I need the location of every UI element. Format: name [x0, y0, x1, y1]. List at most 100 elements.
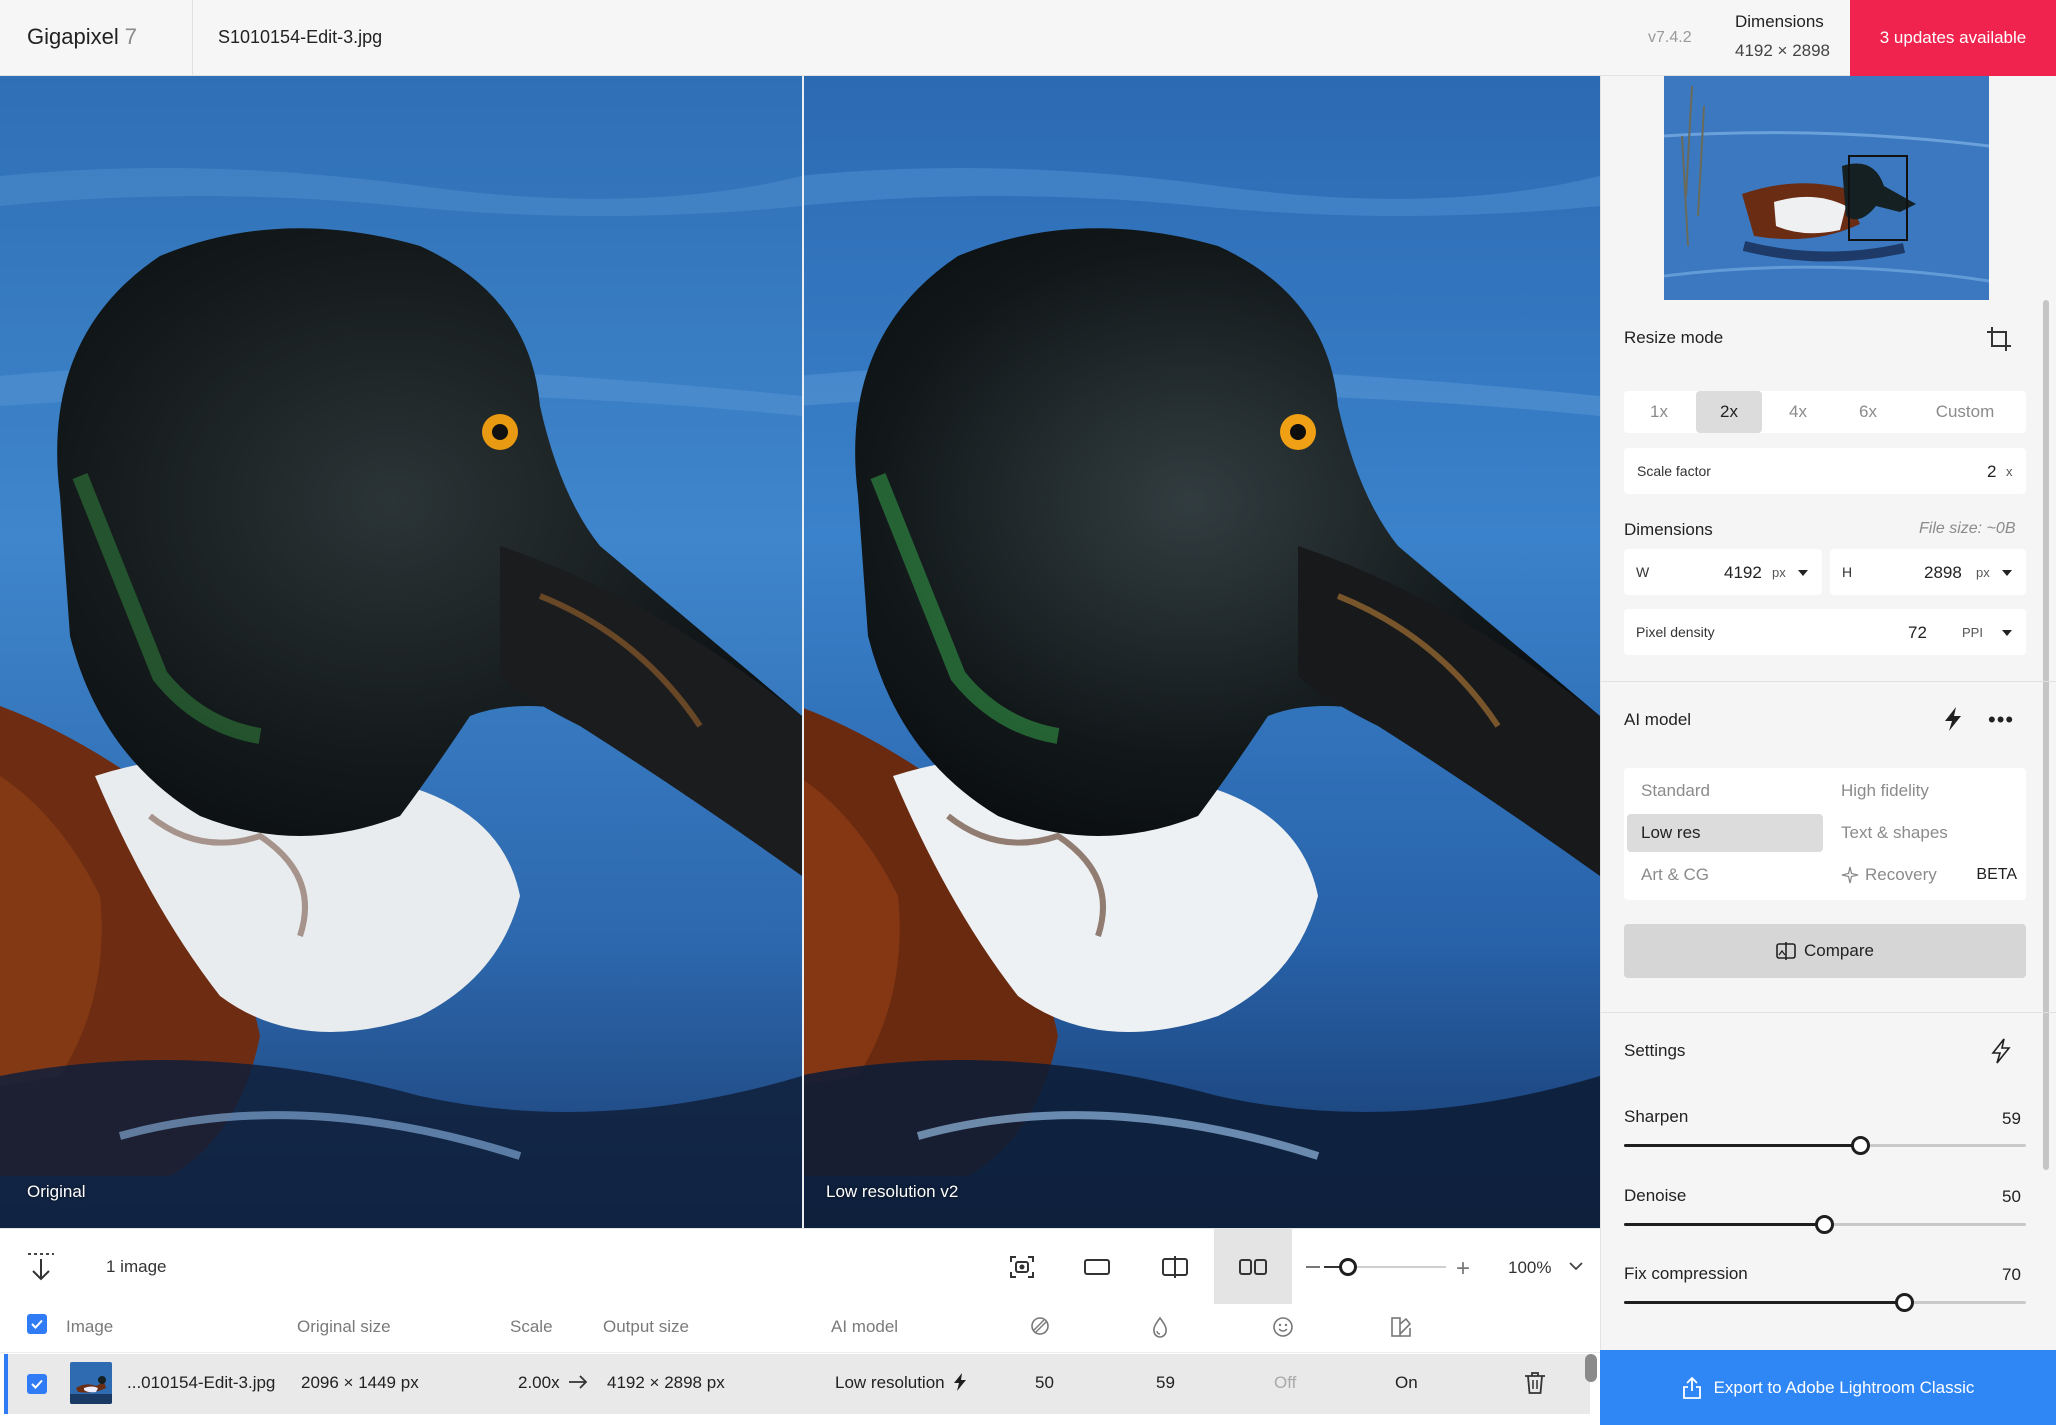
single-view-icon — [1084, 1259, 1110, 1275]
height-unit-dropdown-icon[interactable] — [2002, 570, 2012, 576]
section-divider — [1600, 1012, 2056, 1013]
scale-factor-field[interactable]: Scale factor 2 x — [1624, 448, 2026, 494]
enhanced-preview-panel[interactable]: Low resolution v2 — [804, 76, 1600, 1228]
table-row[interactable]: ...010154-Edit-3.jpg 2096 × 1449 px 2.00… — [4, 1354, 1590, 1414]
zoom-level[interactable]: 100% — [1508, 1258, 1551, 1278]
screenshot-icon — [1010, 1256, 1034, 1278]
denoise-value: 50 — [2002, 1187, 2021, 1206]
scale-option-custom[interactable]: Custom — [1904, 391, 2026, 433]
fix-compression-slider[interactable] — [1624, 1293, 2026, 1312]
row-original-size: 2096 × 1449 px — [301, 1373, 419, 1392]
denoise-slider-thumb[interactable] — [1815, 1215, 1834, 1234]
recovery-sparkle-icon — [1841, 866, 1859, 884]
table-scrollbar[interactable] — [1585, 1354, 1597, 1382]
compare-button[interactable]: Compare — [1624, 924, 2026, 978]
zoom-slider-thumb[interactable] — [1339, 1258, 1357, 1276]
import-icon[interactable] — [26, 1251, 56, 1283]
width-value: 4192 — [1724, 563, 1762, 582]
model-recovery[interactable]: Recovery BETA — [1827, 856, 2023, 894]
pixel-density-value: 72 — [1908, 623, 1927, 642]
navigator-image — [1664, 76, 1989, 300]
lightning-icon — [954, 1373, 967, 1391]
header-dimensions-label: Dimensions — [1735, 12, 1824, 31]
width-unit-dropdown-icon[interactable] — [1798, 570, 1808, 576]
side-by-side-button[interactable] — [1214, 1229, 1292, 1305]
split-view-button[interactable] — [1136, 1229, 1214, 1305]
row-face-recovery: Off — [1274, 1373, 1297, 1392]
height-label: H — [1842, 564, 1853, 580]
face-recovery-icon — [1272, 1316, 1294, 1343]
fix-compression-slider-thumb[interactable] — [1895, 1293, 1914, 1312]
model-art-cg[interactable]: Art & CG — [1627, 856, 1823, 894]
split-view-icon — [1162, 1256, 1188, 1278]
row-output-size: 4192 × 2898 px — [607, 1373, 725, 1392]
more-options-icon[interactable]: ••• — [1988, 707, 2014, 733]
model-standard[interactable]: Standard — [1627, 772, 1823, 810]
arrow-right-icon — [568, 1374, 588, 1394]
beta-badge: BETA — [1976, 866, 2017, 883]
sharpen-slider[interactable] — [1624, 1136, 2026, 1155]
screenshot-button[interactable] — [983, 1229, 1061, 1305]
scale-option-6x[interactable]: 6x — [1834, 391, 1902, 433]
scale-option-2x[interactable]: 2x — [1696, 391, 1762, 433]
pixel-density-unit: PPI — [1962, 625, 1983, 640]
row-checkbox[interactable] — [27, 1374, 47, 1394]
fix-compression-label: Fix compression — [1624, 1264, 1748, 1283]
updates-button[interactable]: 3 updates available — [1850, 0, 2056, 76]
scale-option-4x[interactable]: 4x — [1764, 391, 1832, 433]
scale-option-1x[interactable]: 1x — [1624, 391, 1694, 433]
select-all-checkbox[interactable] — [27, 1314, 47, 1334]
crop-icon[interactable] — [1986, 326, 2012, 357]
side-by-side-icon — [1239, 1259, 1267, 1275]
scale-factor-label: Scale factor — [1637, 463, 1711, 479]
sidebar-scrollbar[interactable] — [2043, 300, 2049, 1170]
lightning-outline-icon[interactable] — [1990, 1038, 2012, 1069]
model-text-shapes[interactable]: Text & shapes — [1827, 814, 2023, 852]
lightning-icon[interactable] — [1942, 706, 1964, 737]
pixel-density-field[interactable]: Pixel density 72 PPI — [1624, 609, 2026, 655]
denoise-slider[interactable] — [1624, 1215, 2026, 1234]
scale-factor-value: 2 — [1987, 462, 1997, 481]
original-preview-panel[interactable]: Original — [0, 76, 802, 1228]
color-correction-icon — [1390, 1316, 1412, 1343]
zoom-out-icon[interactable] — [1306, 1266, 1320, 1268]
column-output-size[interactable]: Output size — [603, 1317, 689, 1337]
pixel-density-dropdown-icon[interactable] — [2002, 630, 2012, 636]
row-ai-model[interactable]: Low resolution — [835, 1373, 967, 1393]
column-image[interactable]: Image — [66, 1317, 113, 1337]
export-button[interactable]: Export to Adobe Lightroom Classic — [1600, 1350, 2056, 1425]
denoise-label: Denoise — [1624, 1186, 1687, 1205]
column-original-size[interactable]: Original size — [297, 1317, 391, 1337]
width-field[interactable]: W 4192 px — [1624, 549, 1822, 595]
section-divider — [1600, 681, 2056, 682]
row-thumbnail — [70, 1362, 112, 1404]
model-version-label: Low resolution v2 — [826, 1182, 959, 1201]
header-dimensions-value: 4192 × 2898 — [1735, 41, 1831, 60]
zoom-in-icon[interactable]: + — [1456, 1255, 1470, 1283]
sharpen-slider-thumb[interactable] — [1851, 1136, 1870, 1155]
compare-label: Compare — [1804, 941, 1874, 960]
image-viewer[interactable]: Original Low resolution v2 — [0, 76, 1600, 1228]
column-ai-model[interactable]: AI model — [831, 1317, 898, 1337]
single-view-button[interactable] — [1058, 1229, 1136, 1305]
file-size-estimate: File size: ~0B — [1919, 520, 2016, 537]
row-file-name: ...010154-Edit-3.jpg — [127, 1373, 276, 1392]
check-icon — [31, 1319, 43, 1329]
chevron-down-icon[interactable] — [1568, 1259, 1584, 1277]
check-icon — [31, 1379, 43, 1389]
height-field[interactable]: H 2898 px — [1830, 549, 2026, 595]
zoom-slider[interactable] — [1324, 1258, 1446, 1276]
build-version: v7.4.2 — [1648, 29, 1692, 46]
model-high-fidelity[interactable]: High fidelity — [1827, 772, 2023, 810]
sharpen-label: Sharpen — [1624, 1107, 1689, 1126]
table-header-divider — [0, 1352, 1600, 1353]
trash-icon[interactable] — [1524, 1371, 1546, 1400]
ai-model-list: Standard High fidelity Low res Text & sh… — [1624, 768, 2026, 900]
model-low-res[interactable]: Low res — [1627, 814, 1823, 852]
row-fix-compression: 50 — [1035, 1373, 1054, 1392]
column-scale[interactable]: Scale — [510, 1317, 553, 1337]
image-count: 1 image — [106, 1257, 167, 1276]
title-bar: Gigapixel 7 S1010154-Edit-3.jpg v7.4.2 Di… — [0, 0, 2056, 76]
fix-compression-slider-fill — [1624, 1301, 1905, 1304]
navigator-thumbnail[interactable] — [1664, 76, 1989, 300]
